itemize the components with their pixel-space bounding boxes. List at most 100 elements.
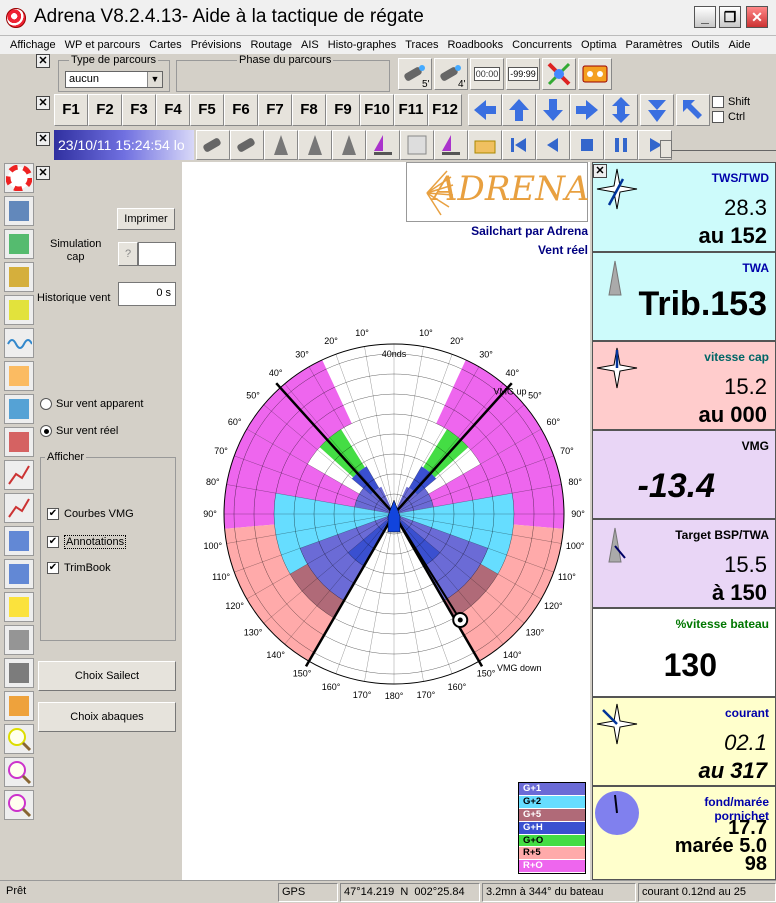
time-slider[interactable] — [660, 138, 776, 158]
fkey-f8[interactable]: F8 — [292, 94, 326, 126]
menu-concurrents[interactable]: Concurrents — [508, 39, 577, 51]
checkbox-checked[interactable]: ✔ — [47, 508, 59, 520]
checkbox-checked[interactable]: ✔ — [47, 562, 59, 574]
historique-vent-input[interactable]: 0 s — [118, 282, 176, 306]
start-4min-button[interactable]: 4' — [434, 58, 468, 90]
menu-roadbooks[interactable]: Roadbooks — [443, 39, 508, 51]
instrument-card--vitesse-bateau[interactable]: %vitesse bateau 130 — [592, 608, 776, 697]
menu-affichage[interactable]: Affichage — [6, 39, 61, 51]
fkey-f1[interactable]: F1 — [54, 94, 88, 126]
timer-button[interactable]: 00:00 — [470, 58, 504, 90]
lifebuoy-icon[interactable] — [4, 163, 34, 193]
radio-vent-apparent[interactable]: Sur vent apparent — [40, 398, 143, 410]
arrow-left-button[interactable] — [468, 94, 502, 126]
instrument-card-courant[interactable]: courant 02.1 au 317 — [592, 697, 776, 786]
menu-optima[interactable]: Optima — [577, 39, 621, 51]
simulation-cap-input[interactable] — [138, 242, 176, 266]
panel-close-icon[interactable]: ✕ — [36, 166, 50, 180]
shift-checkbox[interactable] — [712, 96, 724, 108]
radio-button[interactable] — [40, 398, 52, 410]
fkey-f7[interactable]: F7 — [258, 94, 292, 126]
instrument-card-vmg[interactable]: VMG -13.4 — [592, 430, 776, 519]
replay-button-5[interactable] — [366, 130, 400, 160]
replay-button-7[interactable] — [434, 130, 468, 160]
start-5min-button[interactable]: 5' — [398, 58, 432, 90]
chart-map-icon[interactable] — [4, 196, 34, 226]
ctrl-checkbox-row[interactable]: Ctrl — [712, 111, 745, 123]
menu-traces[interactable]: Traces — [401, 39, 443, 51]
instrument-card-vitesse-cap[interactable]: vitesse cap 15.2 au 000 — [592, 341, 776, 430]
zoom-vertical-button[interactable] — [604, 94, 638, 126]
choix-abaques-button[interactable]: Choix abaques — [38, 702, 176, 732]
menu-aide[interactable]: Aide — [725, 39, 756, 51]
zoom-in-icon[interactable] — [4, 790, 34, 820]
shift-checkbox-row[interactable]: Shift — [712, 96, 750, 108]
menu-pr-visions[interactable]: Prévisions — [187, 39, 247, 51]
ruler-icon[interactable] — [4, 559, 34, 589]
zoom-out-icon[interactable] — [4, 757, 34, 787]
menu-wp-et-parcours[interactable]: WP et parcours — [61, 39, 146, 51]
crosshair-icon[interactable] — [4, 691, 34, 721]
restore-button[interactable]: ❐ — [719, 6, 741, 28]
toolbar1-close-icon[interactable]: ✕ — [36, 54, 50, 68]
arrow-down-button[interactable] — [536, 94, 570, 126]
countdown-button[interactable]: -99:99 — [506, 58, 540, 90]
slider-thumb[interactable] — [660, 140, 672, 158]
menu-outils[interactable]: Outils — [687, 39, 724, 51]
minimize-button[interactable]: _ — [694, 6, 716, 28]
replay-button-6[interactable] — [400, 130, 434, 160]
window-icon[interactable] — [4, 361, 34, 391]
type-parcours-select[interactable]: aucun ▼ — [65, 71, 163, 88]
satellite-icon[interactable] — [4, 625, 34, 655]
menu-ais[interactable]: AIS — [297, 39, 324, 51]
menu-histo-graphes[interactable]: Histo-graphes — [324, 39, 401, 51]
world-map-icon[interactable] — [4, 394, 34, 424]
fkey-f9[interactable]: F9 — [326, 94, 360, 126]
replay-button-0[interactable] — [196, 130, 230, 160]
replay-button-12[interactable] — [604, 130, 638, 160]
replay-button-11[interactable] — [570, 130, 604, 160]
ctrl-checkbox[interactable] — [712, 111, 724, 123]
fkey-f2[interactable]: F2 — [88, 94, 122, 126]
scroll-down-button[interactable] — [640, 94, 674, 126]
radio-vent-reel[interactable]: Sur vent réel — [40, 425, 118, 437]
numeric-grid-icon[interactable] — [4, 295, 34, 325]
polyline-icon[interactable] — [4, 493, 34, 523]
cb-trimbook[interactable]: ✔ TrimBook — [47, 562, 111, 574]
instrument-card-twa[interactable]: TWA Trib.153 — [592, 252, 776, 341]
cb-annotations[interactable]: ✔ Annotations — [47, 535, 127, 549]
instrument-card-tws-twd[interactable]: TWS/TWD 28.3 au 152 — [592, 162, 776, 252]
choix-sailect-button[interactable]: Choix Sailect — [38, 661, 176, 691]
imprimer-button[interactable]: Imprimer — [117, 208, 175, 230]
menu-routage[interactable]: Routage — [246, 39, 297, 51]
polyline-icon[interactable] — [4, 460, 34, 490]
toolbar3-close-icon[interactable]: ✕ — [36, 132, 50, 146]
fkey-f4[interactable]: F4 — [156, 94, 190, 126]
sticky-note-icon[interactable] — [4, 592, 34, 622]
network-icon[interactable] — [4, 658, 34, 688]
instrument-close-icon[interactable]: ✕ — [593, 164, 607, 178]
chevron-down-icon[interactable]: ▼ — [147, 72, 162, 87]
replay-button-3[interactable] — [298, 130, 332, 160]
toolbar2-close-icon[interactable]: ✕ — [36, 96, 50, 110]
radio-button-selected[interactable] — [40, 425, 52, 437]
menu-param-tres[interactable]: Paramètres — [622, 39, 688, 51]
replay-button-10[interactable] — [536, 130, 570, 160]
arrow-right-button[interactable] — [570, 94, 604, 126]
fkey-f12[interactable]: F12 — [428, 94, 462, 126]
fkey-f6[interactable]: F6 — [224, 94, 258, 126]
instrument-card-fond-mar-e[interactable]: fond/marée pornichet 17.7 marée 5.0 98 — [592, 786, 776, 880]
replay-button-8[interactable] — [468, 130, 502, 160]
replay-button-2[interactable] — [264, 130, 298, 160]
close-button[interactable]: ✕ — [746, 6, 768, 28]
arrow-up-button[interactable] — [502, 94, 536, 126]
fkey-f3[interactable]: F3 — [122, 94, 156, 126]
route-icon[interactable] — [4, 427, 34, 457]
fkey-f5[interactable]: F5 — [190, 94, 224, 126]
fkey-f10[interactable]: F10 — [360, 94, 394, 126]
zoom-area-icon[interactable] — [4, 724, 34, 754]
pie-chart-icon[interactable] — [4, 262, 34, 292]
pointer-nw-button[interactable] — [676, 94, 710, 126]
cb-courbes-vmg[interactable]: ✔ Courbes VMG — [47, 508, 134, 520]
ruler-icon[interactable] — [4, 526, 34, 556]
